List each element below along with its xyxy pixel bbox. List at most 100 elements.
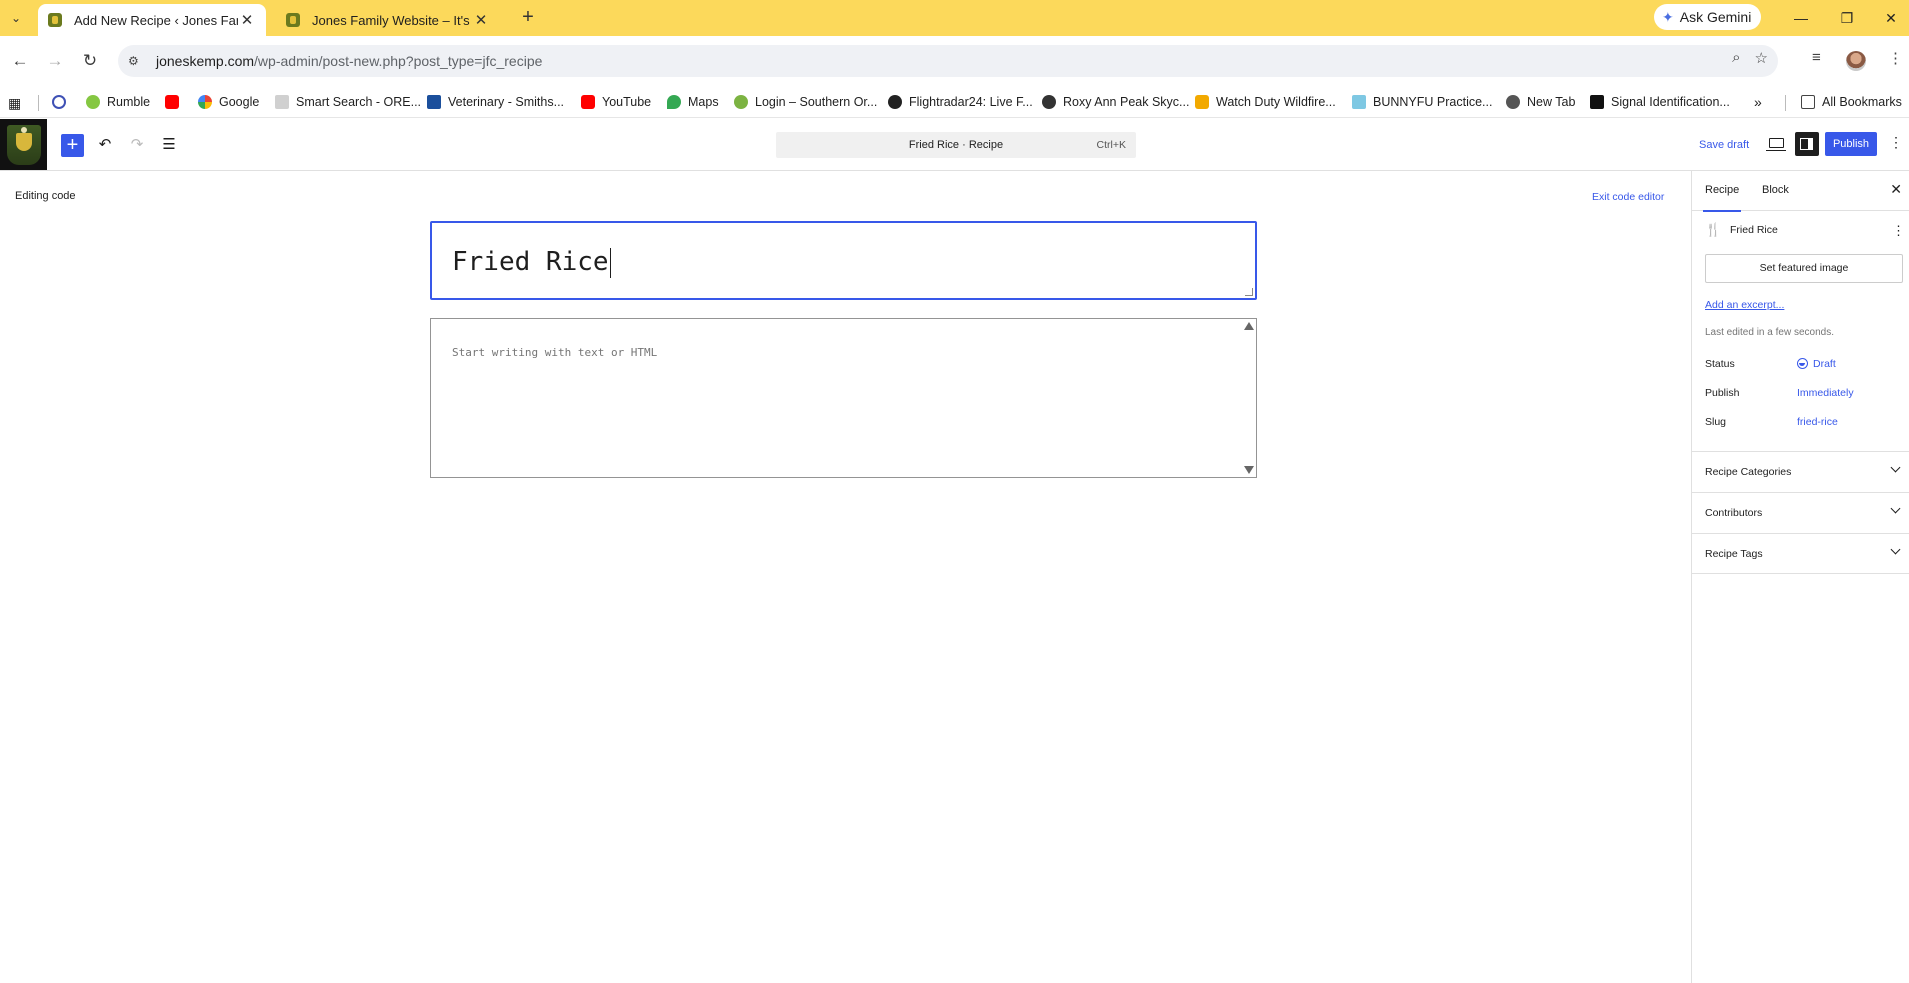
reload-icon[interactable]: ↻ — [78, 49, 102, 73]
fire-icon — [1195, 95, 1209, 109]
all-bookmarks-folder[interactable]: All Bookmarks — [1801, 92, 1902, 112]
address-bar[interactable]: ⚙ joneskemp.com/wp-admin/post-new.php?po… — [118, 45, 1778, 77]
site-info-icon[interactable]: ⚙ — [128, 54, 144, 68]
close-icon[interactable]: ✕ — [472, 11, 490, 29]
preview-desktop-icon[interactable] — [1766, 133, 1788, 155]
tab-recipe[interactable]: Recipe — [1702, 184, 1742, 212]
sig-icon — [1590, 95, 1604, 109]
bookmarks-divider — [38, 95, 39, 111]
bookmark-login-southern[interactable]: Login – Southern Or... — [734, 92, 877, 112]
editor-header: + ↶ ↷ ☰ Fried Rice · Recipe Ctrl+K Save … — [0, 119, 1909, 171]
close-icon[interactable]: ✕ — [238, 11, 256, 29]
panel-label: Contributors — [1705, 507, 1763, 519]
zoom-icon[interactable]: ⌕ — [1732, 49, 1740, 67]
slug-button[interactable]: fried-rice — [1797, 416, 1838, 428]
redo-icon[interactable]: ↷ — [126, 134, 148, 156]
exit-code-editor-button[interactable]: Exit code editor — [1592, 191, 1664, 203]
save-draft-button[interactable]: Save draft — [1699, 139, 1749, 151]
status-value: Draft — [1813, 358, 1836, 370]
close-sidebar-icon[interactable]: ✕ — [1890, 181, 1902, 198]
status-label: Status — [1705, 358, 1735, 370]
more-bookmarks-icon[interactable]: » — [1754, 92, 1762, 112]
bookmark-roxy-ann[interactable]: Roxy Ann Peak Skyc... — [1042, 92, 1189, 112]
bookmark-q-icon[interactable] — [52, 92, 73, 112]
panel-recipe-categories[interactable]: Recipe Categories — [1692, 451, 1909, 492]
document-icon — [275, 95, 289, 109]
bookmark-bunnyfu[interactable]: BUNNYFU Practice... — [1352, 92, 1492, 112]
minimize-icon[interactable]: — — [1778, 4, 1824, 32]
youtube-icon — [581, 95, 595, 109]
bookmark-new-tab[interactable]: New Tab — [1506, 92, 1575, 112]
post-content-textarea[interactable]: Start writing with text or HTML — [430, 318, 1257, 478]
panel-recipe-tags[interactable]: Recipe Tags — [1692, 533, 1909, 574]
fork-knife-icon: 🍴 — [1705, 222, 1722, 237]
chrome-icon — [1506, 95, 1520, 109]
tab-title: Jones Family Website – It's a Jo — [312, 12, 472, 28]
set-featured-image-button[interactable]: Set featured image — [1705, 254, 1903, 283]
bookmark-signal-identification[interactable]: Signal Identification... — [1590, 92, 1730, 112]
browser-tab-add-recipe[interactable]: Add New Recipe ‹ Jones Family ✕ — [38, 4, 266, 36]
undo-icon[interactable]: ↶ — [94, 134, 116, 156]
url-path: /wp-admin/post-new.php?post_type=jfc_rec… — [254, 53, 543, 69]
media-controls-icon[interactable]: ≡ — [1812, 49, 1821, 66]
google-icon — [198, 95, 212, 109]
tab-block[interactable]: Block — [1762, 184, 1789, 196]
tab-search-chevron-icon[interactable]: ⌄ — [4, 6, 28, 30]
block-inserter-plus-icon[interactable]: + — [61, 134, 84, 157]
ask-gemini-label: Ask Gemini — [1679, 9, 1752, 25]
publish-label: Publish — [1705, 387, 1740, 399]
panel-contributors[interactable]: Contributors — [1692, 492, 1909, 533]
publish-date-button[interactable]: Immediately — [1797, 387, 1854, 399]
bookmark-smart-search[interactable]: Smart Search - ORE... — [275, 92, 421, 112]
apps-grid-icon[interactable]: ▦ — [8, 93, 21, 113]
chevron-down-icon — [1890, 544, 1901, 555]
new-tab-plus-icon[interactable]: + — [516, 6, 540, 30]
bookmark-flightradar[interactable]: Flightradar24: Live F... — [888, 92, 1033, 112]
post-actions-more-icon[interactable]: ⋮ — [1892, 223, 1905, 239]
rumble-icon — [86, 95, 100, 109]
bookmark-youtube[interactable]: YouTube — [581, 92, 651, 112]
bookmark-rumble[interactable]: Rumble — [86, 92, 150, 112]
bookmark-star-icon[interactable]: ☆ — [1755, 49, 1768, 67]
publish-button[interactable]: Publish — [1825, 132, 1877, 156]
youtube-icon — [165, 95, 179, 109]
bunnyfu-icon — [1352, 95, 1366, 109]
add-excerpt-link[interactable]: Add an excerpt... — [1705, 299, 1784, 311]
post-title-text: Fried Rice — [452, 247, 611, 278]
maps-pin-icon — [667, 95, 681, 109]
sidebar-tabs: Recipe Block ✕ — [1692, 171, 1909, 212]
bookmark-veterinary[interactable]: Veterinary - Smiths... — [427, 92, 564, 112]
post-title-input[interactable]: Fried Rice — [430, 221, 1257, 300]
slug-row: Slug fried-rice — [1705, 416, 1905, 432]
chrome-menu-icon[interactable]: ⋮ — [1888, 49, 1903, 67]
post-title-value: Fried Rice — [452, 247, 609, 277]
settings-sidebar-icon[interactable] — [1795, 132, 1819, 156]
ask-gemini-button[interactable]: ✦ Ask Gemini — [1654, 4, 1762, 30]
slug-label: Slug — [1705, 416, 1727, 428]
profile-avatar[interactable] — [1846, 51, 1866, 71]
bookmark-youtube-red[interactable] — [165, 92, 186, 112]
document-overview-icon[interactable]: ☰ — [158, 134, 180, 156]
bookmark-watch-duty[interactable]: Watch Duty Wildfire... — [1195, 92, 1336, 112]
command-palette-bar[interactable]: Fried Rice · Recipe Ctrl+K — [776, 132, 1136, 158]
site-logo-button[interactable] — [0, 119, 47, 170]
panel-label: Recipe Categories — [1705, 466, 1792, 478]
browser-tab-strip: ⌄ Add New Recipe ‹ Jones Family ✕ Jones … — [0, 0, 1909, 36]
bookmarks-bar: ▦ Rumble Google Smart Search - ORE... Ve… — [0, 86, 1909, 118]
bookmark-maps[interactable]: Maps — [667, 92, 719, 112]
options-more-icon[interactable]: ⋮ — [1889, 134, 1903, 151]
window-close-icon[interactable]: ✕ — [1868, 4, 1909, 32]
folder-icon — [1801, 95, 1815, 109]
resize-handle[interactable] — [1245, 288, 1253, 296]
status-dropdown[interactable]: Draft — [1797, 358, 1836, 370]
scroll-up-arrow-icon[interactable] — [1244, 322, 1254, 330]
restore-icon[interactable]: ❐ — [1824, 4, 1870, 32]
browser-tab-jones-family[interactable]: Jones Family Website – It's a Jo ✕ — [276, 4, 500, 36]
globe-icon — [1042, 95, 1056, 109]
back-arrow-icon[interactable]: ← — [8, 49, 32, 73]
forward-arrow-icon[interactable]: → — [43, 49, 67, 73]
bookmark-google[interactable]: Google — [198, 92, 259, 112]
sm-icon — [427, 95, 441, 109]
scroll-down-arrow-icon[interactable] — [1244, 466, 1254, 474]
chevron-down-icon — [1890, 503, 1901, 514]
